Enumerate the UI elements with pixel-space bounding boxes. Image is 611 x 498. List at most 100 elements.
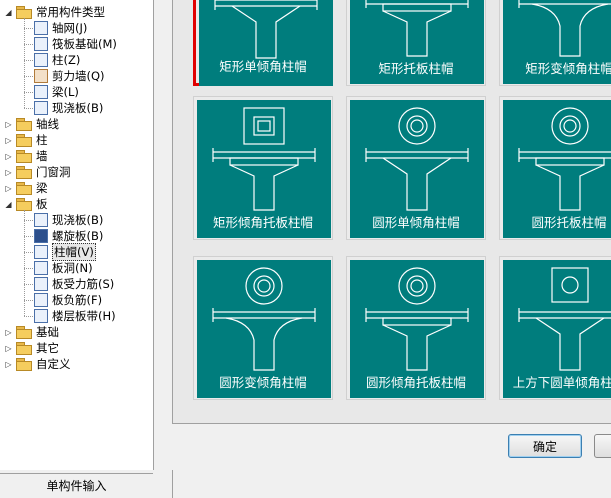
- slab-rebar-icon: [34, 277, 48, 291]
- column-cap-tile[interactable]: 矩形变倾角柱帽: [499, 0, 611, 86]
- slab-hole-icon: [34, 261, 48, 275]
- column-cap-tile[interactable]: 圆形单倾角柱帽: [346, 96, 486, 240]
- tree-item-label: 板负筋(F): [52, 293, 103, 307]
- tree-item-label: 门窗洞: [36, 165, 71, 179]
- tree-folder[interactable]: ▷ 自定义: [4, 356, 71, 372]
- beam-icon: [34, 85, 48, 99]
- tree-item-label: 常用构件类型: [36, 5, 105, 19]
- column-cap-icon: [34, 245, 48, 259]
- folder-icon: [16, 342, 32, 355]
- tree-item-label: 板: [36, 197, 48, 211]
- status-strip: [172, 470, 611, 498]
- grid-icon: [34, 21, 48, 35]
- folder-icon: [16, 358, 32, 371]
- column-cap-tile[interactable]: 矩形单倾角柱帽: [193, 0, 333, 86]
- slab-icon: [34, 213, 48, 227]
- tree-leaf[interactable]: 板负筋(F): [34, 292, 102, 308]
- tree-item-label: 板受力筋(S): [52, 277, 115, 291]
- column-cap-thumbnail-grid[interactable]: 矩形单倾角柱帽 矩形托板柱帽 矩形变倾角柱帽 矩形倾角托板柱帽 圆形单倾角柱帽 …: [172, 0, 611, 424]
- tree-folder[interactable]: ▷ 基础: [4, 324, 59, 340]
- tile-caption: 上方下圆单倾角柱帽: [512, 375, 611, 390]
- folder-icon: [16, 118, 32, 131]
- expanded-arrow-icon[interactable]: ◢: [4, 8, 13, 17]
- tree-leaf[interactable]: 现浇板(B): [34, 212, 103, 228]
- column-cap-tile[interactable]: 圆形托板柱帽: [499, 96, 611, 240]
- tree-folder[interactable]: ▷ 墙: [4, 148, 48, 164]
- slab-icon: [34, 101, 48, 115]
- tree-item-label: 柱(Z): [52, 53, 81, 67]
- collapsed-arrow-icon[interactable]: ▷: [4, 136, 13, 145]
- negative-rebar-icon: [34, 293, 48, 307]
- collapsed-arrow-icon[interactable]: ▷: [4, 168, 13, 177]
- folder-icon: [16, 134, 32, 147]
- tree-leaf[interactable]: 现浇板(B): [34, 100, 103, 116]
- tree-folder[interactable]: ▷ 其它: [4, 340, 59, 356]
- tree-item-label: 基础: [36, 325, 59, 339]
- column-cap-tile[interactable]: 矩形托板柱帽: [346, 0, 486, 86]
- tree-item-label: 柱帽(V): [52, 243, 96, 261]
- tile-caption: 圆形托板柱帽: [531, 215, 607, 230]
- folder-icon: [16, 166, 32, 179]
- collapsed-arrow-icon[interactable]: ▷: [4, 184, 13, 193]
- tree-item-label: 板洞(N): [52, 261, 93, 275]
- ok-button[interactable]: 确定: [508, 434, 582, 458]
- tree-item-label: 梁(L): [52, 85, 79, 99]
- tree-leaf[interactable]: 筏板基础(M): [34, 36, 117, 52]
- column-cap-tile[interactable]: 上方下圆单倾角柱帽: [499, 256, 611, 400]
- tree-leaf[interactable]: 柱(Z): [34, 52, 80, 68]
- collapsed-arrow-icon[interactable]: ▷: [4, 360, 13, 369]
- column-cap-tile[interactable]: 矩形倾角托板柱帽: [193, 96, 333, 240]
- ok-button-label: 确定: [532, 439, 557, 454]
- tile-caption: 矩形倾角托板柱帽: [212, 215, 313, 230]
- column-cap-tile[interactable]: 圆形倾角托板柱帽: [346, 256, 486, 400]
- tree-folder[interactable]: ▷ 梁: [4, 180, 48, 196]
- raft-foundation-icon: [34, 37, 48, 51]
- tree-item-label: 柱: [36, 133, 48, 147]
- tree-item-label: 梁: [36, 181, 48, 195]
- tile-caption: 圆形倾角托板柱帽: [365, 375, 466, 390]
- tree-leaf[interactable]: 螺旋板(B): [34, 228, 103, 244]
- slab-band-icon: [34, 309, 48, 323]
- collapsed-arrow-icon[interactable]: ▷: [4, 328, 13, 337]
- collapsed-arrow-icon[interactable]: ▷: [4, 152, 13, 161]
- component-tree[interactable]: ◢ 常用构件类型 轴网(J) 筏板基础(M) 柱(Z) 剪力墙(Q) 梁(L) 现浇板(B) ▷…: [0, 0, 154, 470]
- folder-icon: [16, 326, 32, 339]
- tile-caption: 圆形变倾角柱帽: [219, 375, 307, 390]
- cancel-button[interactable]: [594, 434, 611, 458]
- collapsed-arrow-icon[interactable]: ▷: [4, 344, 13, 353]
- tree-leaf[interactable]: 剪力墙(Q): [34, 68, 105, 84]
- tree-item-label: 螺旋板(B): [52, 229, 104, 243]
- tree-folder[interactable]: ▷ 柱: [4, 132, 48, 148]
- tree-item-label: 自定义: [36, 357, 71, 371]
- tree-item-label: 墙: [36, 149, 48, 163]
- single-component-input-label: 单构件输入: [46, 478, 107, 493]
- tile-caption: 圆形单倾角柱帽: [372, 215, 460, 230]
- column-cap-type-dialog: 矩形单倾角柱帽 矩形托板柱帽 矩形变倾角柱帽 矩形倾角托板柱帽 圆形单倾角柱帽 …: [163, 0, 611, 498]
- column-cap-tile[interactable]: 圆形变倾角柱帽: [193, 256, 333, 400]
- folder-icon: [16, 150, 32, 163]
- tree-item-label: 剪力墙(Q): [52, 69, 105, 83]
- tree-leaf[interactable]: 轴网(J): [34, 20, 87, 36]
- tree-item-label: 轴网(J): [52, 21, 88, 35]
- tree-folder[interactable]: ▷ 门窗洞: [4, 164, 71, 180]
- tree-item-label: 现浇板(B): [52, 101, 104, 115]
- single-component-input-tab[interactable]: 单构件输入: [0, 473, 153, 496]
- expanded-arrow-icon[interactable]: ◢: [4, 200, 13, 209]
- tree-item-label: 筏板基础(M): [52, 37, 117, 51]
- spiral-slab-icon: [34, 229, 48, 243]
- tree-folder[interactable]: ◢ 常用构件类型: [4, 4, 105, 20]
- column-icon: [34, 53, 48, 67]
- collapsed-arrow-icon[interactable]: ▷: [4, 120, 13, 129]
- tree-leaf[interactable]: 板受力筋(S): [34, 276, 114, 292]
- tree-leaf[interactable]: 柱帽(V): [34, 243, 96, 261]
- folder-icon: [16, 198, 32, 211]
- tree-folder[interactable]: ▷ 轴线: [4, 116, 59, 132]
- tree-leaf[interactable]: 楼层板带(H): [34, 308, 116, 324]
- tree-item-label: 轴线: [36, 117, 59, 131]
- tree-leaf[interactable]: 板洞(N): [34, 260, 93, 276]
- folder-icon: [16, 182, 32, 195]
- tree-item-label: 现浇板(B): [52, 213, 104, 227]
- tree-folder[interactable]: ◢ 板: [4, 196, 48, 212]
- tree-leaf[interactable]: 梁(L): [34, 84, 79, 100]
- tree-item-label: 其它: [36, 341, 59, 355]
